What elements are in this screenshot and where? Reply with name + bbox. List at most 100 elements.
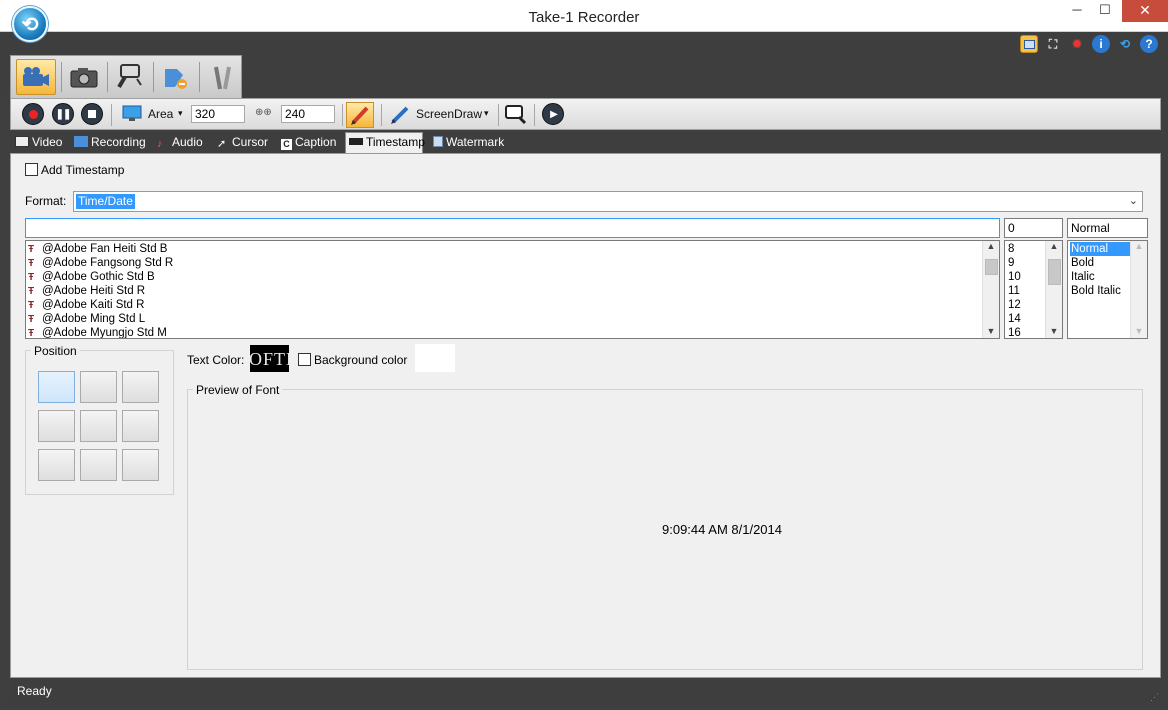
link-dimensions-icon[interactable]: ⊕⊕ — [255, 107, 272, 118]
background-color-checkbox[interactable] — [298, 353, 311, 366]
font-list-scrollbar[interactable]: ▲ ▼ — [982, 241, 999, 338]
truetype-font-icon: Ŧ — [28, 244, 35, 255]
position-top-right[interactable] — [122, 371, 159, 403]
minimize-button[interactable]: ─ — [1064, 0, 1090, 22]
position-bottom-left[interactable] — [38, 449, 75, 481]
tab-timestamp[interactable]: Timestamp — [345, 132, 425, 153]
font-list-item[interactable]: Ŧ @Adobe Kaiti Std R — [28, 298, 983, 312]
scroll-down-icon[interactable]: ▼ — [1131, 326, 1147, 336]
video-mode-button[interactable] — [16, 59, 56, 95]
tab-recording[interactable]: Recording — [71, 133, 149, 152]
font-size-input[interactable] — [1004, 218, 1063, 238]
resize-grip-icon[interactable]: ⋰ — [1150, 693, 1160, 703]
scroll-thumb[interactable] — [1048, 259, 1061, 285]
play-icon: ▶ — [550, 108, 558, 120]
add-timestamp-checkbox[interactable] — [25, 163, 38, 176]
magnifier-icon — [117, 64, 142, 89]
info-icon[interactable]: i — [1092, 35, 1110, 53]
watermark-icon — [433, 136, 443, 147]
scroll-up-icon[interactable]: ▲ — [1046, 241, 1062, 251]
monitor-icon — [122, 105, 142, 123]
format-label: Format: — [25, 194, 67, 208]
play-button[interactable]: ▶ — [542, 103, 564, 125]
font-list-item[interactable]: Ŧ @Adobe Gothic Std B — [28, 270, 983, 284]
help-icon[interactable]: ? — [1140, 35, 1158, 53]
tab-cursor[interactable]: ➚ Cursor — [214, 133, 271, 152]
area-label[interactable]: Area — [148, 107, 173, 121]
position-bottom-right[interactable] — [122, 449, 159, 481]
font-style-scrollbar[interactable]: ▲ ▼ — [1130, 241, 1147, 338]
font-size-item[interactable]: 9 — [1008, 256, 1021, 270]
font-style-items: Normal Bold Italic Bold Italic — [1070, 242, 1130, 298]
close-button[interactable]: ✕ — [1122, 0, 1168, 22]
window-mode-icon[interactable] — [1020, 35, 1038, 53]
font-list[interactable]: Ŧ @Adobe Fan Heiti Std B Ŧ @Adobe Fangsong… — [25, 240, 1000, 339]
tab-label: Caption — [295, 135, 337, 149]
font-list-item[interactable]: Ŧ @Adobe Ming Std L — [28, 312, 983, 326]
font-item-label: @Adobe Myungjo Std M — [42, 327, 167, 339]
zoom-mode-button[interactable] — [110, 59, 150, 95]
film-icon — [15, 136, 29, 147]
photo-mode-button[interactable] — [64, 59, 104, 95]
font-name-input[interactable] — [25, 218, 1000, 238]
record-button[interactable] — [22, 103, 44, 125]
zoom-region-button[interactable] — [503, 103, 529, 127]
screendraw-dropdown-icon[interactable]: ▾ — [484, 108, 489, 119]
font-style-item[interactable]: Bold Italic — [1070, 284, 1130, 298]
scroll-thumb[interactable] — [985, 259, 998, 275]
format-dropdown[interactable]: Time/Date ⌄ — [73, 191, 1143, 212]
website-icon[interactable]: ⟲ — [1116, 35, 1134, 53]
background-color-swatch[interactable] — [415, 344, 455, 372]
tab-watermark[interactable]: Watermark — [430, 133, 507, 152]
tools-icon — [214, 66, 231, 90]
tools-mode-button[interactable] — [202, 59, 242, 95]
maximize-button[interactable]: ☐ — [1092, 0, 1118, 22]
tab-video[interactable]: Video — [12, 133, 65, 152]
audio-icon: ♪ — [157, 138, 163, 150]
app-logo-icon[interactable]: ⟲ — [12, 6, 48, 42]
font-list-item[interactable]: Ŧ @Adobe Fan Heiti Std B — [28, 242, 983, 256]
position-middle-right[interactable] — [122, 410, 159, 442]
recording-toolbar: ❚❚ Area ▾ ⊕⊕ ScreenDraw ▾ ▶ — [10, 98, 1161, 130]
text-color-swatch[interactable]: SOFTPEDIA — [250, 345, 289, 372]
scroll-up-icon[interactable]: ▲ — [983, 241, 999, 251]
tab-label: Audio — [172, 135, 203, 149]
position-top-center[interactable] — [80, 371, 117, 403]
font-size-scrollbar[interactable]: ▲ ▼ — [1045, 241, 1062, 338]
bug-report-icon[interactable]: ✹ — [1068, 35, 1086, 53]
font-style-item[interactable]: Bold — [1070, 256, 1130, 270]
font-size-list[interactable]: 8 9 10 11 12 14 16 ▲ ▼ — [1004, 240, 1063, 339]
position-middle-center[interactable] — [80, 410, 117, 442]
font-style-input[interactable] — [1067, 218, 1148, 238]
font-size-item[interactable]: 12 — [1008, 298, 1021, 312]
font-style-item[interactable]: Italic — [1070, 270, 1130, 284]
font-size-item[interactable]: 14 — [1008, 312, 1021, 326]
font-style-list[interactable]: Normal Bold Italic Bold Italic ▲ ▼ — [1067, 240, 1148, 339]
font-list-item[interactable]: Ŧ @Adobe Fangsong Std R — [28, 256, 983, 270]
stop-button[interactable] — [81, 103, 103, 125]
highlight-button[interactable] — [346, 102, 374, 128]
height-input[interactable] — [281, 105, 335, 123]
position-bottom-center[interactable] — [80, 449, 117, 481]
pause-button[interactable]: ❚❚ — [52, 103, 74, 125]
position-top-left[interactable] — [38, 371, 75, 403]
font-size-item[interactable]: 8 — [1008, 242, 1021, 256]
scroll-down-icon[interactable]: ▼ — [1046, 326, 1062, 336]
tab-audio[interactable]: ♪ Audio — [154, 133, 206, 152]
font-size-item[interactable]: 10 — [1008, 270, 1021, 284]
fullscreen-icon[interactable]: ⛶ — [1044, 35, 1062, 53]
font-size-item[interactable]: 16 — [1008, 326, 1021, 338]
area-dropdown-icon[interactable]: ▾ — [178, 108, 183, 119]
font-list-item[interactable]: Ŧ @Adobe Heiti Std R — [28, 284, 983, 298]
font-list-item[interactable]: Ŧ @Adobe Myungjo Std M — [28, 326, 983, 339]
tab-caption[interactable]: C Caption — [278, 133, 339, 152]
screendraw-label[interactable]: ScreenDraw — [416, 107, 482, 121]
width-input[interactable] — [191, 105, 245, 123]
toolbar-separator — [111, 104, 112, 126]
scroll-up-icon[interactable]: ▲ — [1131, 241, 1147, 251]
scroll-down-icon[interactable]: ▼ — [983, 326, 999, 336]
export-mode-button[interactable] — [156, 59, 196, 95]
font-style-item[interactable]: Normal — [1070, 242, 1130, 256]
font-size-item[interactable]: 11 — [1008, 284, 1021, 298]
position-middle-left[interactable] — [38, 410, 75, 442]
